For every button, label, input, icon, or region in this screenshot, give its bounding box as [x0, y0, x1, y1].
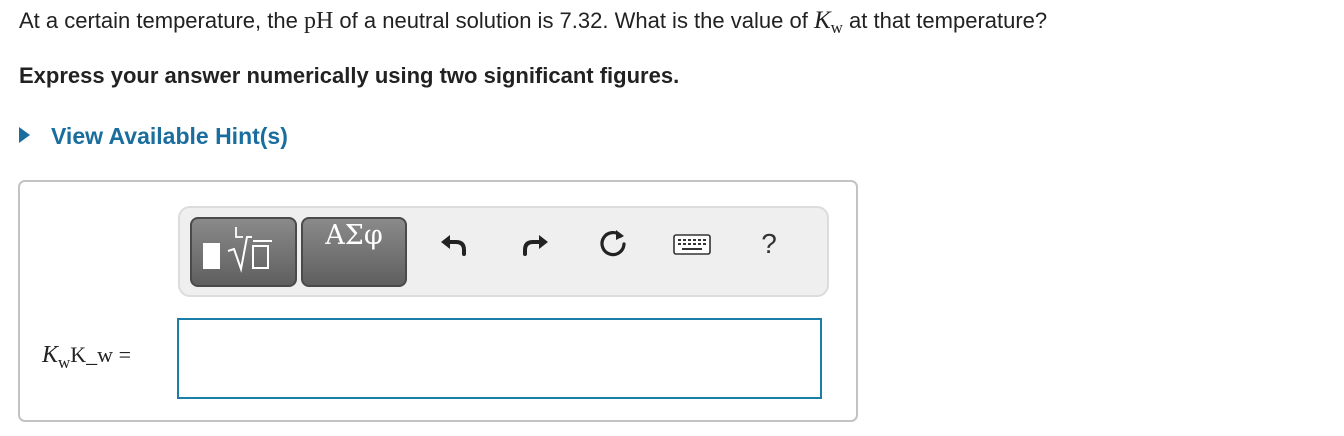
kw-subscript: w	[830, 18, 843, 37]
expand-triangle-icon	[19, 127, 30, 143]
instruction-text: Express your answer numerically using tw…	[19, 63, 680, 88]
question-suffix: at that temperature?	[849, 8, 1048, 33]
reset-button[interactable]	[594, 224, 634, 264]
answer-variable-label: KwK_w =	[42, 340, 131, 372]
question-prefix: At a certain temperature, the	[19, 8, 298, 33]
redo-button[interactable]	[515, 224, 555, 264]
templates-sqrt-icon	[203, 227, 272, 273]
question-middle: of a neutral solution is 7.32. What is t…	[339, 8, 808, 33]
view-hints-toggle[interactable]: View Available Hint(s)	[19, 121, 288, 151]
kw-symbol: K	[813, 7, 831, 34]
help-button[interactable]: ?	[749, 224, 789, 264]
math-toolbar: ΑΣφ ?	[178, 206, 829, 297]
redo-icon	[523, 235, 548, 256]
undo-icon	[441, 235, 466, 256]
templates-button[interactable]	[190, 217, 297, 287]
reset-icon	[600, 230, 626, 257]
keyboard-icon	[673, 234, 711, 255]
symbols-button[interactable]: ΑΣφ	[301, 217, 407, 287]
answer-raw-label: K_w =	[70, 342, 131, 367]
answer-panel: ΑΣφ ? KwK_w =	[18, 180, 858, 422]
view-hints-label: View Available Hint(s)	[51, 123, 288, 149]
keyboard-button[interactable]	[672, 224, 712, 264]
ph-symbol: pH	[303, 8, 334, 34]
answer-w-subscript: w	[58, 353, 71, 372]
answer-k-symbol: K	[42, 342, 59, 368]
answer-input[interactable]	[177, 318, 822, 399]
undo-button[interactable]	[434, 224, 474, 264]
symbols-label: ΑΣφ	[325, 220, 383, 251]
question-text: At a certain temperature, the pH of a ne…	[19, 6, 1047, 38]
